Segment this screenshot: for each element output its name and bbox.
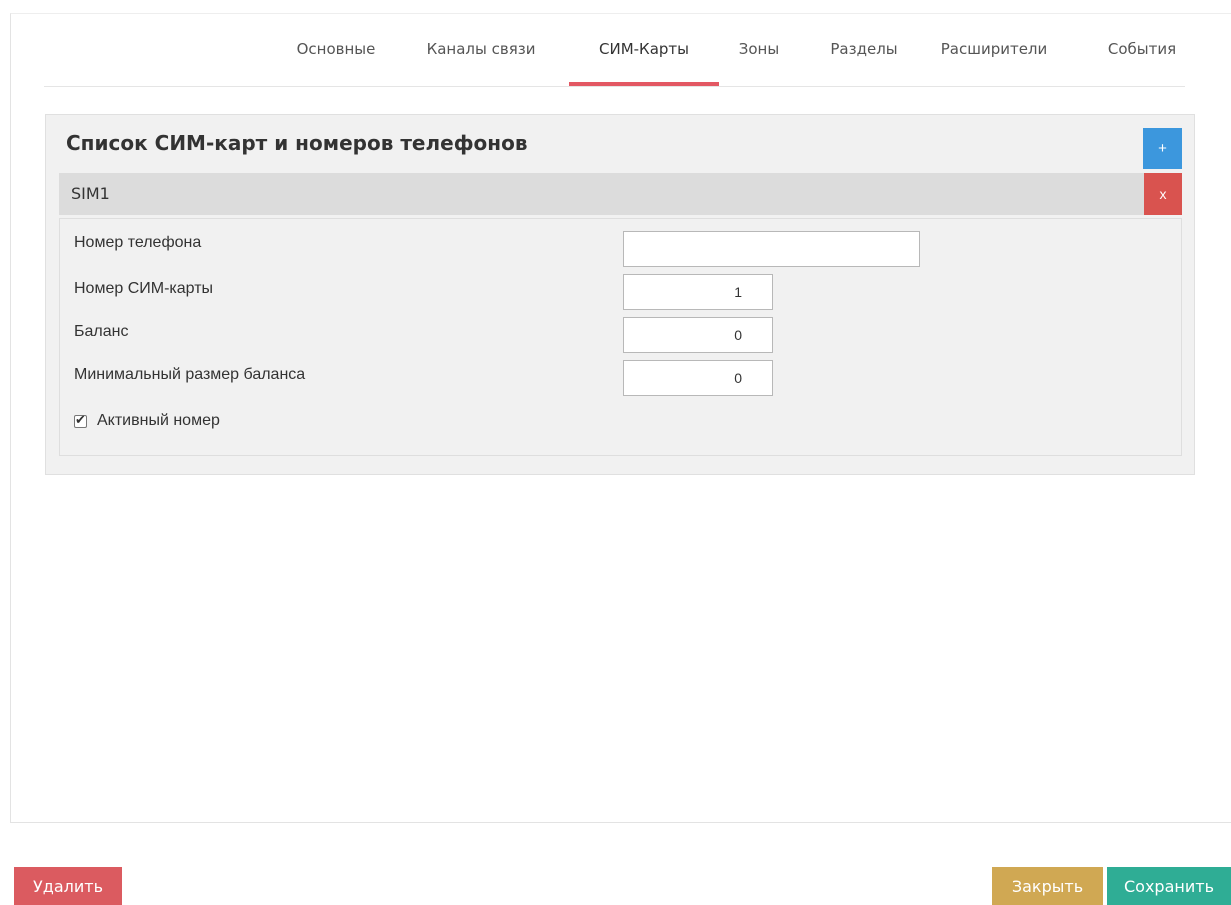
- min-balance-label: Минимальный размер баланса: [74, 366, 306, 383]
- balance-input[interactable]: [623, 317, 773, 353]
- active-number-row: ✔ Активный номер: [74, 412, 220, 430]
- tab-channels[interactable]: Каналы связи: [416, 28, 546, 86]
- sim-number-label: Номер СИМ-карты: [74, 280, 214, 297]
- sim-header[interactable]: SIM1 x: [59, 173, 1182, 215]
- sim-number-input[interactable]: [623, 274, 773, 310]
- tab-general[interactable]: Основные: [286, 28, 386, 86]
- phone-number-input[interactable]: [623, 231, 920, 267]
- sim-name: SIM1: [71, 184, 110, 203]
- phone-number-label: Номер телефона: [74, 234, 202, 251]
- active-number-label: Активный номер: [97, 412, 220, 429]
- active-number-checkbox[interactable]: ✔: [74, 411, 87, 428]
- panel-title: Список СИМ-карт и номеров телефонов: [66, 131, 528, 155]
- tab-events[interactable]: События: [1102, 28, 1182, 86]
- remove-sim-button[interactable]: x: [1144, 173, 1182, 215]
- tab-zones[interactable]: Зоны: [734, 28, 784, 86]
- tab-expanders[interactable]: Расширители: [929, 28, 1059, 86]
- sim-list-panel: Список СИМ-карт и номеров телефонов + SI…: [45, 114, 1195, 475]
- save-button[interactable]: Сохранить: [1107, 867, 1231, 905]
- close-button[interactable]: Закрыть: [992, 867, 1103, 905]
- delete-button[interactable]: Удалить: [14, 867, 122, 905]
- checkmark-icon: ✔: [75, 411, 86, 427]
- min-balance-input[interactable]: [623, 360, 773, 396]
- tab-bar: Основные Каналы связи СИМ-Карты Зоны Раз…: [44, 28, 1185, 87]
- add-sim-button[interactable]: +: [1143, 128, 1182, 169]
- tab-sim-cards[interactable]: СИМ-Карты: [569, 28, 719, 86]
- tab-partitions[interactable]: Разделы: [824, 28, 904, 86]
- balance-label: Баланс: [74, 323, 129, 340]
- sim-form: Номер телефона Номер СИМ-карты Баланс Ми…: [59, 218, 1182, 456]
